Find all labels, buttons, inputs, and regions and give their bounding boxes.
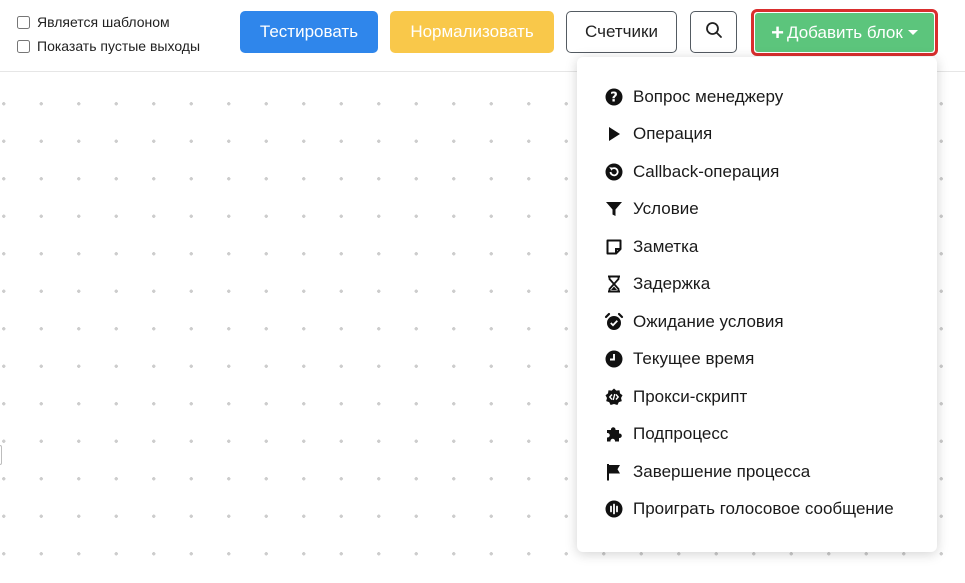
is-template-label: Является шаблоном [37, 14, 170, 30]
menu-item-callback-operation[interactable]: Callback-операция [577, 153, 937, 191]
filter-icon [604, 199, 624, 219]
menu-item-label: Условие [633, 199, 699, 219]
menu-item-label: Проиграть голосовое сообщение [633, 499, 894, 519]
note-icon [604, 237, 624, 257]
menu-item-label: Заметка [633, 236, 699, 256]
add-block-dropdown-menu: ? Вопрос менеджеру Операция Callback-опе… [577, 57, 937, 552]
menu-item-label: Завершение процесса [633, 461, 811, 481]
menu-item-current-time[interactable]: Текущее время [577, 341, 937, 379]
add-block-button[interactable]: + Добавить блок [755, 13, 934, 52]
menu-item-operation[interactable]: Операция [577, 116, 937, 154]
menu-item-label: Задержка [633, 274, 711, 294]
menu-item-subprocess[interactable]: Подпроцесс [577, 416, 937, 454]
question-circle-icon: ? [604, 87, 624, 107]
voice-message-icon [604, 499, 624, 519]
show-empty-outputs-label: Показать пустые выходы [37, 38, 201, 54]
test-button[interactable]: Тестировать [240, 11, 378, 53]
plus-icon: + [771, 19, 784, 45]
menu-item-manager-question[interactable]: ? Вопрос менеджеру [577, 78, 937, 116]
svg-text:?: ? [610, 90, 618, 105]
flag-icon [604, 462, 624, 482]
alarm-check-icon [604, 312, 624, 332]
callback-icon [604, 162, 624, 182]
menu-item-play-voice-message[interactable]: Проиграть голосовое сообщение [577, 491, 937, 529]
puzzle-icon [604, 424, 624, 444]
clock-icon [604, 349, 624, 369]
counters-button[interactable]: Счетчики [566, 11, 677, 53]
code-badge-icon [604, 387, 624, 407]
caret-down-icon [907, 30, 918, 35]
hourglass-icon [604, 274, 624, 294]
menu-item-label: Подпроцесс [633, 424, 729, 444]
show-empty-outputs-checkbox-row[interactable]: Показать пустые выходы [17, 34, 200, 58]
menu-item-proxy-script[interactable]: Прокси-скрипт [577, 378, 937, 416]
canvas-edge-handle[interactable] [0, 445, 2, 465]
is-template-checkbox-row[interactable]: Является шаблоном [17, 10, 200, 34]
menu-item-label: Текущее время [633, 349, 755, 369]
add-block-label: Добавить блок [787, 22, 903, 42]
play-icon [604, 124, 624, 144]
search-icon [705, 21, 723, 44]
add-block-highlight: + Добавить блок [751, 9, 938, 56]
menu-item-wait-condition[interactable]: Ожидание условия [577, 303, 937, 341]
menu-item-process-end[interactable]: Завершение процесса [577, 453, 937, 491]
menu-item-label: Callback-операция [633, 161, 780, 181]
normalize-button[interactable]: Нормализовать [390, 11, 554, 53]
show-empty-outputs-checkbox[interactable] [17, 39, 30, 53]
is-template-checkbox[interactable] [17, 15, 30, 29]
menu-item-label: Ожидание условия [633, 311, 784, 331]
search-button[interactable] [690, 11, 737, 53]
menu-item-label: Вопрос менеджеру [633, 86, 784, 106]
menu-item-condition[interactable]: Условие [577, 191, 937, 229]
menu-item-label: Операция [633, 124, 713, 144]
menu-item-label: Прокси-скрипт [633, 386, 748, 406]
menu-item-note[interactable]: Заметка [577, 228, 937, 266]
menu-item-delay[interactable]: Задержка [577, 266, 937, 304]
checkbox-group: Является шаблоном Показать пустые выходы [17, 10, 200, 58]
